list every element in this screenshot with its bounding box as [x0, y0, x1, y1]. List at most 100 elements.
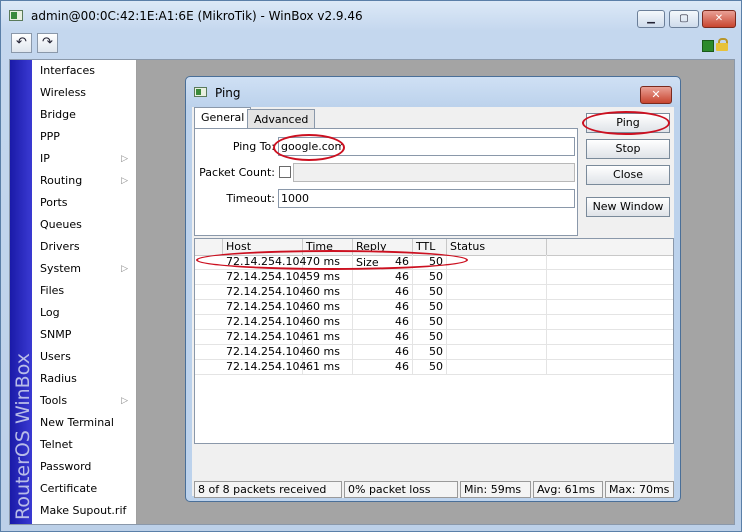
cell-time: 70 ms [303, 255, 353, 270]
sidebar-item-make-supout-rif[interactable]: Make Supout.rif [32, 500, 136, 522]
status-avg: Avg: 61ms [533, 481, 603, 498]
table-row[interactable]: 72.14.254.104 60 ms 46 50 [195, 300, 673, 315]
cell-host: 72.14.254.104 [223, 330, 306, 345]
sidebar-item-label: Log [40, 306, 60, 319]
table-row[interactable]: 72.14.254.104 61 ms 46 50 [195, 330, 673, 345]
column-header-host[interactable]: Host [223, 239, 303, 255]
window-title: admin@00:0C:42:1E:A1:6E (MikroTik) - Win… [31, 9, 363, 23]
cell-status [447, 270, 547, 285]
close-dialog-button[interactable]: Close [586, 165, 670, 185]
sidebar-item-label: PPP [40, 130, 60, 143]
packet-count-checkbox[interactable] [279, 166, 291, 178]
cell-reply-size: 46 [353, 270, 413, 285]
cell-ttl: 50 [413, 360, 447, 375]
cell-time: 61 ms [303, 360, 353, 375]
column-header-reply-size[interactable]: Reply Size [353, 239, 413, 269]
redo-button[interactable]: ↷ [37, 33, 58, 53]
submenu-arrow-icon: ▷ [121, 176, 128, 186]
table-row[interactable]: 72.14.254.104 70 ms 46 50 [195, 255, 673, 270]
cell-reply-size: 46 [353, 345, 413, 360]
sidebar-item-label: Make Supout.rif [40, 504, 127, 517]
table-row[interactable]: 72.14.254.104 60 ms 46 50 [195, 345, 673, 360]
sidebar-item-label: Users [40, 350, 71, 363]
table-row[interactable]: 72.14.254.104 61 ms 46 50 [195, 360, 673, 375]
sidebar-item-label: Radius [40, 372, 77, 385]
sidebar-item-label: Bridge [40, 108, 76, 121]
cell-reply-size: 46 [353, 255, 413, 270]
new-window-button[interactable]: New Window [586, 197, 670, 217]
status-min: Min: 59ms [460, 481, 531, 498]
sidebar-item-label: New Terminal [40, 416, 114, 429]
cell-ttl: 50 [413, 315, 447, 330]
ping-window-body: General Advanced Ping To: google.com Pac… [192, 107, 674, 498]
cell-time: 60 ms [303, 300, 353, 315]
cell-reply-size: 46 [353, 285, 413, 300]
table-header: Host Time Reply Size TTL Status [195, 239, 673, 269]
table-row[interactable]: 72.14.254.104 60 ms 46 50 [195, 315, 673, 330]
close-button[interactable]: ✕ [702, 10, 736, 28]
sidebar-item-users[interactable]: Users [32, 346, 136, 368]
ping-button[interactable]: Ping [586, 113, 670, 133]
routeros-winbox-band: RouterOS WinBox [10, 60, 32, 524]
cell-time: 60 ms [303, 345, 353, 360]
sidebar-item-label: Tools [40, 394, 68, 407]
column-header-ttl[interactable]: TTL [413, 239, 447, 255]
sidebar-item-routing[interactable]: Routing ▷ [32, 170, 136, 192]
status-packet-loss: 0% packet loss [344, 481, 458, 498]
column-header-time[interactable]: Time [303, 239, 353, 255]
sidebar-item-ports[interactable]: Ports [32, 192, 136, 214]
cell-time: 61 ms [303, 330, 353, 345]
sidebar-item-new-terminal[interactable]: New Terminal [32, 412, 136, 434]
undo-button[interactable]: ↶ [11, 33, 32, 53]
packet-count-field[interactable] [293, 163, 575, 182]
sidebar-item-password[interactable]: Password [32, 456, 136, 478]
ping-to-field[interactable]: google.com [278, 137, 575, 156]
cell-time: 60 ms [303, 315, 353, 330]
submenu-arrow-icon: ▷ [121, 396, 128, 406]
timeout-label: Timeout: [226, 192, 275, 205]
column-header-status[interactable]: Status [447, 239, 547, 255]
sidebar-item-log[interactable]: Log [32, 302, 136, 324]
cell-status [447, 345, 547, 360]
ping-window-close-button[interactable]: ✕ [640, 86, 672, 104]
sidebar-item-tools[interactable]: Tools ▷ [32, 390, 136, 412]
sidebar-item-wireless[interactable]: Wireless [32, 82, 136, 104]
sidebar-item-ppp[interactable]: PPP [32, 126, 136, 148]
sidebar-item-queues[interactable]: Queues [32, 214, 136, 236]
sidebar-item-telnet[interactable]: Telnet [32, 434, 136, 456]
cell-host: 72.14.254.104 [223, 255, 306, 270]
table-row[interactable]: 72.14.254.104 60 ms 46 50 [195, 285, 673, 300]
cell-ttl: 50 [413, 330, 447, 345]
sidebar-item-interfaces[interactable]: Interfaces [32, 60, 136, 82]
sidebar-item-label: Routing [40, 174, 83, 187]
sidebar-item-label: Files [40, 284, 65, 297]
tab-advanced[interactable]: Advanced [247, 109, 316, 129]
sidebar-item-radius[interactable]: Radius [32, 368, 136, 390]
status-packets-received: 8 of 8 packets received [194, 481, 342, 498]
winbox-app-icon [9, 10, 23, 21]
sidebar-item-ip[interactable]: IP ▷ [32, 148, 136, 170]
sidebar-item-snmp[interactable]: SNMP [32, 324, 136, 346]
timeout-field[interactable]: 1000 [278, 189, 575, 208]
cell-status [447, 315, 547, 330]
cell-ttl: 50 [413, 270, 447, 285]
sidebar-item-drivers[interactable]: Drivers [32, 236, 136, 258]
cell-status [447, 300, 547, 315]
minimize-button[interactable]: ▁ [637, 10, 665, 28]
redo-icon: ↷ [42, 35, 53, 50]
sidebar-item-bridge[interactable]: Bridge [32, 104, 136, 126]
cell-host: 72.14.254.104 [223, 345, 306, 360]
stop-button[interactable]: Stop [586, 139, 670, 159]
cell-reply-size: 46 [353, 300, 413, 315]
ping-window: Ping ✕ General Advanced Ping To: google.… [185, 76, 681, 502]
sidebar-item-files[interactable]: Files [32, 280, 136, 302]
maximize-button[interactable]: ▢ [669, 10, 699, 28]
cell-ttl: 50 [413, 255, 447, 270]
sidebar-item-system[interactable]: System ▷ [32, 258, 136, 280]
submenu-arrow-icon: ▷ [121, 154, 128, 164]
tab-general[interactable]: General [194, 107, 252, 129]
general-panel: Ping To: google.com Packet Count: Timeou… [194, 128, 578, 236]
title-bar[interactable]: admin@00:0C:42:1E:A1:6E (MikroTik) - Win… [1, 1, 741, 31]
sidebar-item-certificate[interactable]: Certificate [32, 478, 136, 500]
table-row[interactable]: 72.14.254.104 59 ms 46 50 [195, 270, 673, 285]
